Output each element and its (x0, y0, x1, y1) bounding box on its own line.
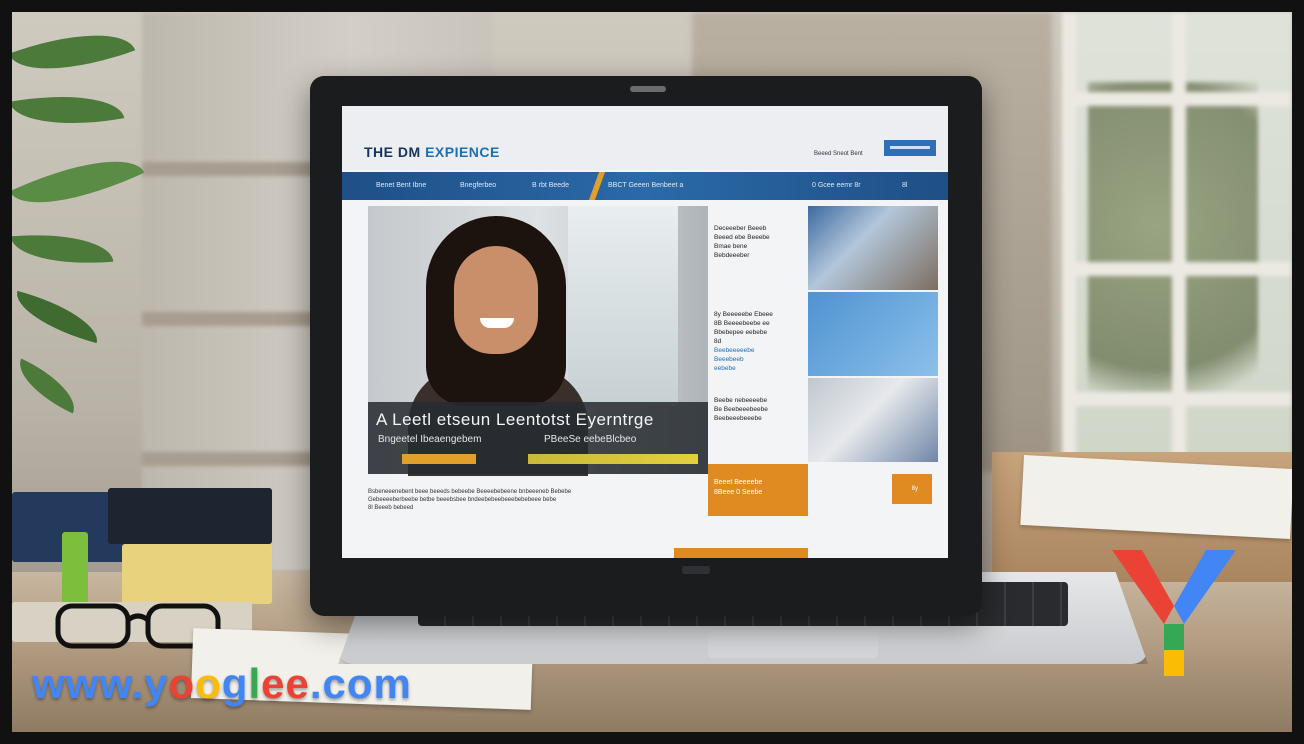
hero-subtitle-left: Bngeetel Ibeaengebem (378, 434, 482, 445)
book-dark-top (108, 488, 272, 544)
nav-item-3[interactable]: B rbt Beede (532, 182, 569, 189)
hero-banner: A Leetl etseun Leentotst Eyerntrge Bngee… (368, 206, 708, 476)
tools-illustration (808, 292, 938, 376)
side-card-2[interactable]: 8y Beeeeebe Ebeee 8B Beeeebeebe ee Bbebe… (708, 292, 938, 376)
side-card-2-text: 8y Beeeeebe Ebeee 8B Beeeebeebe ee Bbebe… (714, 310, 802, 373)
nav-item-5[interactable]: 0 Gcee eemr 8r (812, 182, 861, 189)
header-button[interactable] (884, 140, 936, 156)
side-card-2-link-2[interactable]: Beeebeeb (714, 355, 802, 364)
photo-frame: THE DM EXPIENCE Beeed Sneot Bent Benet B… (12, 12, 1292, 732)
header-link[interactable]: Beeed Sneot Bent (814, 151, 863, 157)
window-background (1062, 12, 1292, 482)
orange-badge-label: 8y (911, 486, 918, 492)
intro-paragraph: Bsbeneeenebent beee beeeds bebeebe Beeee… (368, 489, 572, 511)
brand-label (682, 566, 710, 574)
side-card-2-link-3[interactable]: eebebe (714, 364, 802, 373)
footer-accent-bar (674, 548, 808, 558)
side-card-3-text: Beebe nebeeeebe Be Beebeeebeebe Beebeeeb… (714, 397, 768, 422)
nav-item-2[interactable]: Bnegferbeo (460, 182, 496, 189)
nav-item-6[interactable]: 8l (902, 182, 907, 189)
laptop-lid: THE DM EXPIENCE Beeed Sneot Bent Benet B… (310, 76, 982, 616)
hero-caption-bar: A Leetl etseun Leentotst Eyerntrge Bngee… (368, 402, 708, 474)
hero-subtitle-right: PBeeSe eebeBlcbeo (544, 434, 637, 445)
yooglee-logo-icon (1112, 550, 1236, 676)
side-card-1[interactable]: Deceeeber Beeeb Beeed ebe Beeebe Bmae be… (708, 206, 938, 290)
site-header: THE DM EXPIENCE Beeed Sneot Bent (342, 106, 948, 170)
hero-headline: A Leetl etseun Leentotst Eyerntrge (376, 410, 654, 429)
site-navigation: Benet Bent Ibne Bnegferbeo B rbt Beede B… (342, 172, 948, 200)
book-yellow-pages (122, 544, 272, 604)
orange-badge-area: 8y (808, 464, 938, 516)
side-card-2-link-1[interactable]: Beebeeeeebe (714, 346, 802, 355)
site-title[interactable]: THE DM EXPIENCE (364, 144, 500, 160)
potted-plant (12, 12, 162, 482)
nav-item-4[interactable]: BBCT Geeen Benbeet a (608, 182, 683, 189)
watermark-url: www.yooglee.com (32, 660, 412, 707)
meeting-photo (808, 206, 938, 290)
hero-cta-button-left[interactable] (402, 454, 476, 464)
nav-item-1[interactable]: Benet Bent Ibne (376, 182, 426, 189)
orange-promo-card[interactable]: Beeet Beeeebe 8Beee 0 Seebe (708, 464, 808, 516)
orange-promo-text: Beeet Beeeebe 8Beee 0 Seebe (714, 479, 763, 496)
side-card-3[interactable]: Beebe nebeeeebe Be Beebeeebeebe Beebeeeb… (708, 378, 938, 462)
hero-person-smile (480, 318, 514, 328)
hero-cta-button-right[interactable] (528, 454, 698, 464)
webcam-icon (630, 86, 666, 92)
laptop-screen: THE DM EXPIENCE Beeed Sneot Bent Benet B… (342, 106, 948, 558)
students-photo (808, 378, 938, 462)
hero-person-face (454, 246, 538, 354)
side-card-1-text: Deceeeber Beeeb Beeed ebe Beeebe Bmae be… (714, 225, 770, 259)
paper-stack-right (1020, 454, 1292, 540)
laptop-trackpad (708, 630, 878, 658)
